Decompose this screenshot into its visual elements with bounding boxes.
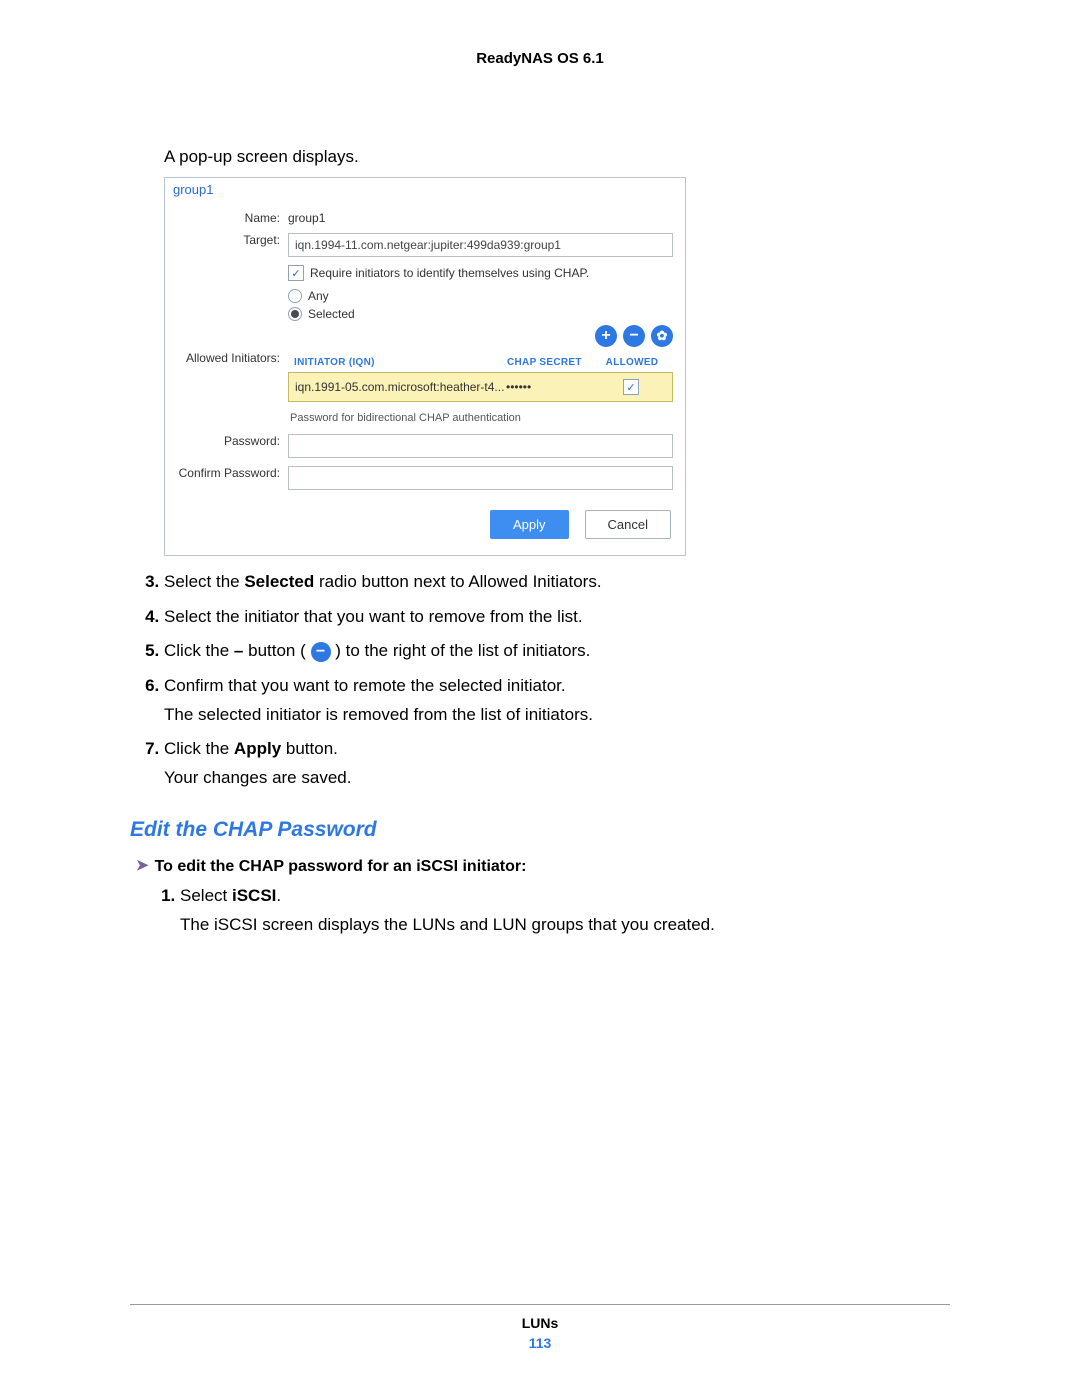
step-7-follow: Your changes are saved.	[164, 766, 950, 791]
intro-text: A pop-up screen displays.	[164, 147, 950, 167]
initiator-table-header: INITIATOR (IQN) CHAP SECRET ALLOWED	[288, 353, 673, 372]
cancel-button[interactable]: Cancel	[585, 510, 671, 539]
confirm-password-input[interactable]	[288, 466, 673, 490]
dialog-tab[interactable]: group1	[165, 178, 685, 197]
col-secret: CHAP SECRET	[507, 357, 597, 368]
require-chap-label: Require initiators to identify themselve…	[310, 266, 589, 280]
steps-list: Select the Selected radio button next to…	[164, 570, 950, 790]
require-chap-checkbox[interactable]: ✓ Require initiators to identify themsel…	[288, 265, 673, 281]
radio-selected-label: Selected	[308, 307, 355, 321]
name-label: Name:	[173, 211, 288, 225]
col-allowed: ALLOWED	[597, 357, 667, 368]
arrow-icon: ➤	[136, 857, 149, 874]
password-label: Password:	[173, 434, 288, 458]
step-4: Select the initiator that you want to re…	[164, 605, 950, 630]
target-input[interactable]: iqn.1994-11.com.netgear:jupiter:499da939…	[288, 233, 673, 257]
allowed-label: Allowed Initiators:	[173, 351, 288, 365]
radio-any-label: Any	[308, 289, 329, 303]
steps-list-b: Select iSCSI. The iSCSI screen displays …	[180, 884, 950, 937]
apply-button[interactable]: Apply	[490, 510, 569, 539]
confirm-password-label: Confirm Password:	[173, 466, 288, 490]
password-input[interactable]	[288, 434, 673, 458]
step-6: Confirm that you want to remote the sele…	[164, 674, 950, 727]
row-secret: ••••••	[506, 380, 596, 394]
page-header: ReadyNAS OS 6.1	[130, 50, 950, 67]
password-caption: Password for bidirectional CHAP authenti…	[290, 412, 673, 424]
row-iqn: iqn.1991-05.com.microsoft:heather-t4...	[295, 380, 506, 394]
radio-any[interactable]: Any	[288, 289, 673, 303]
step-b1: Select iSCSI. The iSCSI screen displays …	[180, 884, 950, 937]
step-7: Click the Apply button. Your changes are…	[164, 737, 950, 790]
task-heading: ➤To edit the CHAP password for an iSCSI …	[136, 856, 950, 876]
step-6-follow: The selected initiator is removed from t…	[164, 703, 950, 728]
target-label: Target:	[173, 233, 288, 257]
page-footer: LUNs 113	[130, 1297, 950, 1351]
check-icon: ✓	[288, 265, 304, 281]
initiator-row[interactable]: iqn.1991-05.com.microsoft:heather-t4... …	[288, 372, 673, 402]
col-iqn: INITIATOR (IQN)	[294, 357, 507, 368]
step-b1-follow: The iSCSI screen displays the LUNs and L…	[180, 913, 950, 938]
step-5: Click the – button ( − ) to the right of…	[164, 639, 950, 664]
radio-selected[interactable]: Selected	[288, 307, 673, 321]
section-title: Edit the CHAP Password	[130, 818, 950, 842]
dialog-screenshot: group1 Name: group1 Target: iqn.1994-11.…	[164, 177, 686, 556]
step-3: Select the Selected radio button next to…	[164, 570, 950, 595]
footer-section: LUNs	[130, 1315, 950, 1331]
row-allowed-check: ✓	[623, 379, 639, 395]
add-icon[interactable]: +	[595, 325, 617, 347]
name-value: group1	[288, 211, 673, 225]
radio-icon	[288, 289, 302, 303]
gear-icon[interactable]: ✿	[651, 325, 673, 347]
minus-icon: −	[311, 642, 331, 662]
radio-icon	[288, 307, 302, 321]
remove-icon[interactable]: −	[623, 325, 645, 347]
footer-page: 113	[130, 1335, 950, 1351]
